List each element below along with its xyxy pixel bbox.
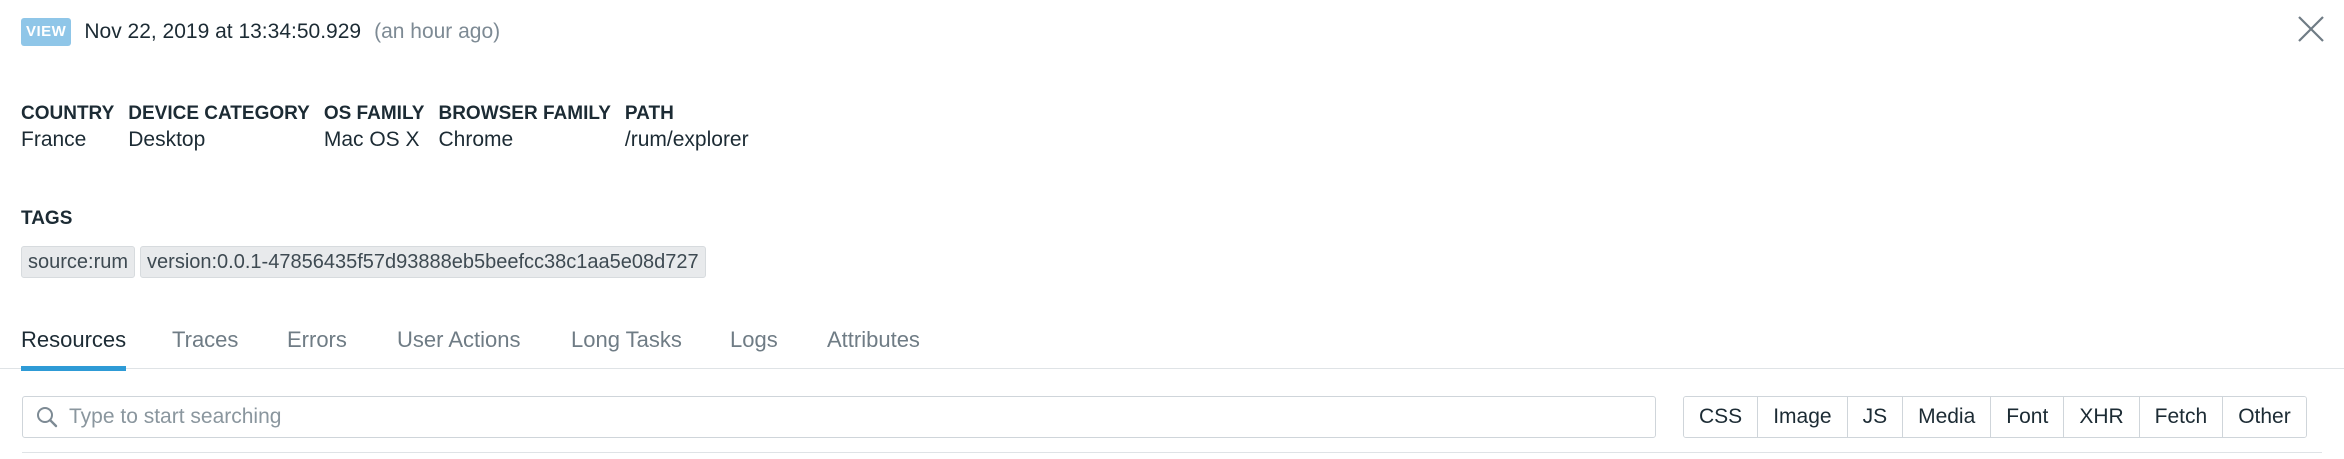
tab-logs[interactable]: Logs	[730, 326, 778, 366]
filter-css[interactable]: CSS	[1684, 397, 1759, 437]
event-header: VIEW Nov 22, 2019 at 13:34:50.929 (an ho…	[21, 16, 500, 48]
resource-type-filters: CSS Image JS Media Font XHR Fetch Other	[1683, 396, 2307, 438]
tag-list: source:rum version:0.0.1-47856435f57d938…	[21, 246, 711, 278]
attr-value: Desktop	[128, 128, 206, 151]
attr-key: OS FAMILY	[323, 103, 425, 124]
filter-xhr[interactable]: XHR	[2064, 397, 2140, 437]
attr-browser-family: BROWSER FAMILY Chrome	[438, 102, 610, 154]
search-input[interactable]	[67, 404, 1655, 430]
close-button[interactable]	[2296, 14, 2326, 44]
tag-chip[interactable]: source:rum	[21, 246, 136, 278]
tab-traces[interactable]: Traces	[172, 326, 238, 366]
attr-key: PATH	[624, 103, 674, 124]
attr-os-family: OS FAMILY Mac OS X	[324, 102, 425, 154]
attr-value: Mac OS X	[323, 128, 420, 151]
tab-errors[interactable]: Errors	[287, 326, 347, 366]
attr-country: COUNTRY France	[21, 102, 114, 154]
attr-value: France	[21, 128, 87, 151]
attr-key: BROWSER FAMILY	[438, 103, 611, 124]
attr-value: Chrome	[438, 128, 514, 151]
attr-path: PATH /rum/explorer	[625, 102, 749, 154]
attr-key: DEVICE CATEGORY	[128, 103, 310, 124]
event-timestamp: Nov 22, 2019 at 13:34:50.929	[84, 20, 362, 43]
tab-bar: Resources Traces Errors User Actions Lon…	[0, 320, 2344, 371]
relative-time: (an hour ago)	[374, 20, 501, 43]
resource-search	[22, 396, 1656, 438]
tags-title: TAGS	[21, 208, 73, 229]
filter-font[interactable]: Font	[1991, 397, 2065, 437]
filter-fetch[interactable]: Fetch	[2139, 397, 2224, 437]
tag-chip[interactable]: version:0.0.1-47856435f57d93888eb5beefcc…	[140, 246, 706, 278]
tab-resources[interactable]: Resources	[21, 326, 127, 371]
view-badge: VIEW	[21, 18, 72, 46]
attr-key: COUNTRY	[21, 103, 115, 124]
attr-device-category: DEVICE CATEGORY Desktop	[128, 102, 310, 154]
search-icon	[37, 407, 58, 428]
tab-long-tasks[interactable]: Long Tasks	[571, 326, 682, 366]
close-icon	[2298, 16, 2324, 42]
tab-attributes[interactable]: Attributes	[827, 326, 920, 366]
filter-other[interactable]: Other	[2223, 397, 2306, 437]
filter-media[interactable]: Media	[1903, 397, 1992, 437]
tab-user-actions[interactable]: User Actions	[397, 326, 521, 366]
event-attributes: COUNTRY France DEVICE CATEGORY Desktop O…	[21, 102, 763, 154]
filter-image[interactable]: Image	[1758, 397, 1848, 437]
filter-js[interactable]: JS	[1847, 397, 1904, 437]
attr-value: /rum/explorer	[624, 128, 749, 151]
